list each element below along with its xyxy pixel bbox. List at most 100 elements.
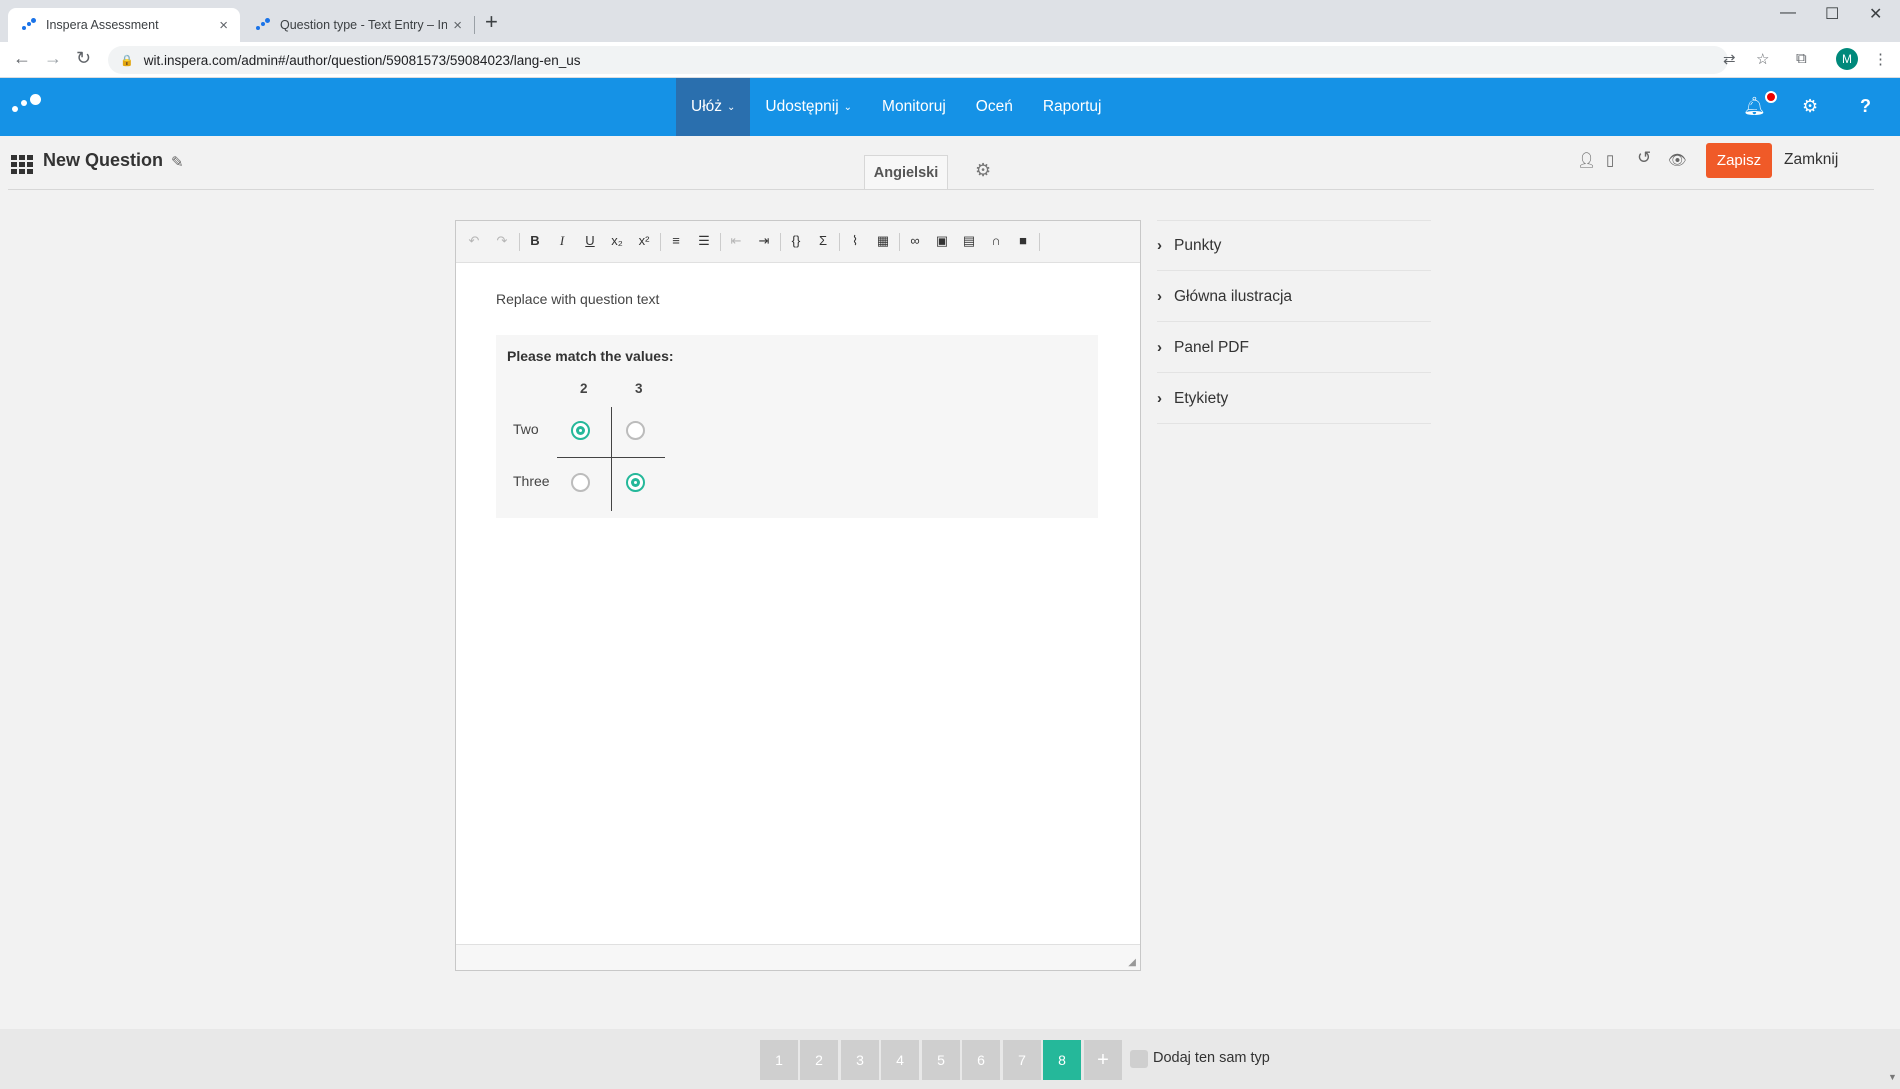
- audio-headphones-icon[interactable]: ∩: [986, 233, 1006, 248]
- link-icon[interactable]: ∞: [905, 233, 925, 248]
- nav-label: Raportuj: [1042, 98, 1102, 115]
- nav-item-ocen[interactable]: Oceń: [961, 78, 1028, 136]
- tab-close-icon[interactable]: ×: [453, 17, 462, 34]
- user-icon[interactable]: 👤︎: [1577, 151, 1596, 169]
- page-button-current[interactable]: 8: [1043, 1040, 1081, 1080]
- editor-status-bar: ◢: [456, 944, 1140, 970]
- match-radio-three-3[interactable]: [626, 473, 645, 492]
- match-radio-three-2[interactable]: [571, 473, 590, 492]
- toolbar-separator: [720, 233, 721, 251]
- toolbar-separator: [519, 233, 520, 251]
- bullet-list-icon[interactable]: ☰: [694, 233, 714, 249]
- preview-eye-icon[interactable]: 👁︎: [1668, 151, 1687, 169]
- document-icon[interactable]: ▯: [1606, 151, 1614, 169]
- forward-icon[interactable]: →: [44, 48, 62, 69]
- column-header: 3: [635, 381, 643, 396]
- attachment-icon[interactable]: ⌇: [845, 233, 865, 249]
- pencil-icon[interactable]: ✎: [171, 153, 184, 171]
- page-button[interactable]: 3: [841, 1040, 879, 1080]
- apps-grid-icon[interactable]: [11, 155, 33, 174]
- panel-item-label: Panel PDF: [1174, 338, 1249, 356]
- panel-item-punkty[interactable]: › Punkty: [1157, 221, 1431, 271]
- nav-item-raportuj[interactable]: Raportuj: [1028, 78, 1117, 136]
- pdf-file-icon[interactable]: ▤: [959, 233, 979, 249]
- new-tab-button[interactable]: +: [485, 11, 498, 33]
- image-icon[interactable]: ▣: [932, 233, 952, 249]
- language-settings-gear-icon[interactable]: ⚙: [975, 160, 991, 181]
- resize-handle-icon[interactable]: ◢: [1128, 957, 1136, 968]
- bell-icon[interactable]: 🔔︎: [1743, 96, 1766, 117]
- page-button[interactable]: 5: [922, 1040, 960, 1080]
- toolbar-separator: [660, 233, 661, 251]
- profile-avatar[interactable]: M: [1836, 48, 1858, 70]
- redo-icon[interactable]: ↷: [492, 233, 512, 249]
- nav-item-uloz[interactable]: Ułóż ⌄: [676, 78, 751, 136]
- code-braces-icon[interactable]: {}: [786, 233, 806, 248]
- inspera-logo-icon[interactable]: [12, 94, 48, 118]
- chevron-right-icon: ›: [1157, 288, 1162, 305]
- panel-item-etykiety[interactable]: › Etykiety: [1157, 374, 1431, 424]
- panel-item-panel-pdf[interactable]: › Panel PDF: [1157, 323, 1431, 373]
- tab-language[interactable]: Angielski: [864, 155, 948, 189]
- page-button[interactable]: 4: [881, 1040, 919, 1080]
- table-icon[interactable]: ▦: [873, 233, 893, 249]
- page-button[interactable]: 2: [800, 1040, 838, 1080]
- same-type-checkbox[interactable]: [1130, 1050, 1148, 1068]
- reload-icon[interactable]: ↻: [76, 48, 91, 69]
- minimize-button[interactable]: —: [1780, 4, 1796, 22]
- history-icon[interactable]: ↺: [1637, 148, 1651, 168]
- maximize-button[interactable]: ☐: [1825, 4, 1839, 24]
- tab-close-icon[interactable]: ×: [219, 17, 228, 34]
- page-button[interactable]: 1: [760, 1040, 798, 1080]
- address-bar[interactable]: 🔒 wit.inspera.com/admin#/author/question…: [108, 46, 1728, 74]
- chevron-down-icon: ⌄: [727, 101, 736, 113]
- bold-icon[interactable]: B: [525, 233, 545, 248]
- app-header: Ułóż ⌄ Udostępnij ⌄ Monitoruj Oceń Raportu…: [0, 78, 1900, 136]
- indent-icon[interactable]: ⇥: [754, 233, 774, 249]
- undo-icon[interactable]: ↶: [464, 233, 484, 249]
- page-title: New Question: [43, 150, 164, 170]
- question-text[interactable]: Replace with question text: [496, 291, 659, 307]
- nav-label: Oceń: [975, 98, 1013, 115]
- save-button[interactable]: Zapisz: [1706, 143, 1772, 178]
- chevron-right-icon: ›: [1157, 390, 1162, 407]
- browser-toolbar: ← → ↻ 🔒 wit.inspera.com/admin#/author/qu…: [0, 42, 1900, 78]
- browser-tab-active[interactable]: Inspera Assessment ×: [8, 8, 240, 42]
- superscript-icon[interactable]: x²: [634, 233, 654, 248]
- back-icon[interactable]: ←: [13, 48, 31, 69]
- add-page-button[interactable]: +: [1084, 1040, 1122, 1080]
- match-radio-two-2[interactable]: [571, 421, 590, 440]
- nav-item-udostepnij[interactable]: Udostępnij ⌄: [750, 78, 867, 136]
- panel-item-glowna-ilustracja[interactable]: › Główna ilustracja: [1157, 272, 1431, 322]
- italic-icon[interactable]: I: [552, 233, 572, 249]
- inspera-favicon-icon: [20, 17, 36, 33]
- browser-menu-icon[interactable]: ⋮: [1873, 50, 1888, 68]
- translate-icon[interactable]: ⇄: [1723, 50, 1736, 68]
- window-close-button[interactable]: ✕: [1869, 4, 1882, 24]
- grid-divider-vertical: [611, 407, 612, 511]
- video-camera-icon[interactable]: ■: [1013, 233, 1033, 248]
- ordered-list-icon[interactable]: ≡: [666, 233, 686, 248]
- page-button[interactable]: 7: [1003, 1040, 1041, 1080]
- underline-icon[interactable]: U: [580, 233, 600, 248]
- page-button[interactable]: 6: [962, 1040, 1000, 1080]
- nav-item-monitoruj[interactable]: Monitoruj: [867, 78, 961, 136]
- column-header: 2: [580, 381, 588, 396]
- extensions-icon[interactable]: ⧉: [1796, 50, 1807, 67]
- url-text: wit.inspera.com/admin#/author/question/5…: [143, 52, 581, 68]
- tab-title: Question type - Text Entry – Insp: [280, 18, 448, 32]
- browser-tab-inactive[interactable]: Question type - Text Entry – Insp ×: [242, 8, 474, 42]
- close-button[interactable]: Zamknij: [1784, 151, 1838, 169]
- toolbar-separator: [1039, 233, 1040, 251]
- gear-icon[interactable]: ⚙: [1802, 96, 1818, 117]
- nav-label: Udostępnij: [765, 98, 839, 115]
- editor-toolbar: ↶ ↷ B I U x₂ x² ≡ ☰ ⇤ ⇥ {} Σ ⌇ ▦ ∞ ▣ ▤ ∩…: [456, 221, 1140, 263]
- chevron-right-icon: ›: [1157, 339, 1162, 356]
- help-icon[interactable]: ?: [1860, 96, 1871, 117]
- bookmark-star-icon[interactable]: ☆: [1756, 50, 1769, 68]
- scroll-down-arrow-icon[interactable]: ▼: [1888, 1072, 1897, 1082]
- match-radio-two-3[interactable]: [626, 421, 645, 440]
- sigma-math-icon[interactable]: Σ: [813, 233, 833, 248]
- subscript-icon[interactable]: x₂: [607, 233, 627, 248]
- outdent-icon[interactable]: ⇤: [726, 233, 746, 249]
